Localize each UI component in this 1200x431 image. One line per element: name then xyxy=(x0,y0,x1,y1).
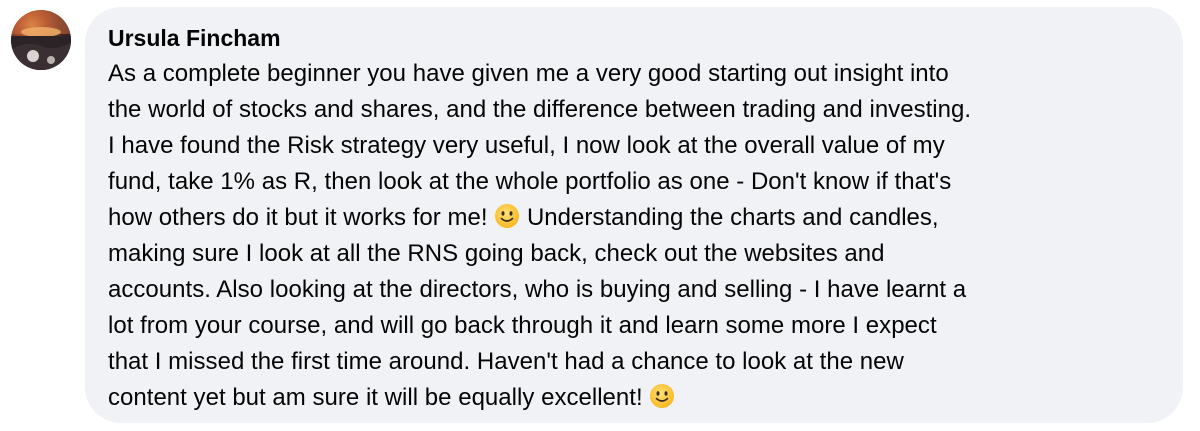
comment-line: making sure I look at all the RNS going … xyxy=(108,240,885,267)
comment-line: how others do it but it works for me! Un… xyxy=(108,200,1165,236)
comment-row: Ursula Fincham As a complete beginner yo… xyxy=(0,0,1200,431)
author-name[interactable]: Ursula Fincham xyxy=(108,25,1165,51)
avatar[interactable] xyxy=(11,10,71,70)
comment-line: the world of stocks and shares, and the … xyxy=(108,96,972,123)
comment-line: I have found the Risk strategy very usef… xyxy=(108,132,945,159)
comment-line: As a complete beginner you have given me… xyxy=(108,60,949,87)
comment-line: lot from your course, and will go back t… xyxy=(108,312,937,339)
comment-line: accounts. Also looking at the directors,… xyxy=(108,276,967,303)
comment-segment: Understanding the charts and candles, xyxy=(520,204,939,231)
comment-line: content yet but am sure it will be equal… xyxy=(108,380,1165,416)
comment-line: that I missed the first time around. Hav… xyxy=(108,348,904,375)
slightly-smiling-face-icon xyxy=(650,384,675,408)
comment-segment: content yet but am sure it will be equal… xyxy=(108,384,643,411)
comment-bubble: Ursula Fincham As a complete beginner yo… xyxy=(85,7,1183,423)
comment-line: fund, take 1% as R, then look at the who… xyxy=(108,168,952,195)
comment-segment: how others do it but it works for me! xyxy=(108,204,488,231)
comment-text: As a complete beginner you have given me… xyxy=(108,56,1165,416)
avatar-photo-icon xyxy=(11,10,71,70)
slightly-smiling-face-icon xyxy=(495,204,520,228)
